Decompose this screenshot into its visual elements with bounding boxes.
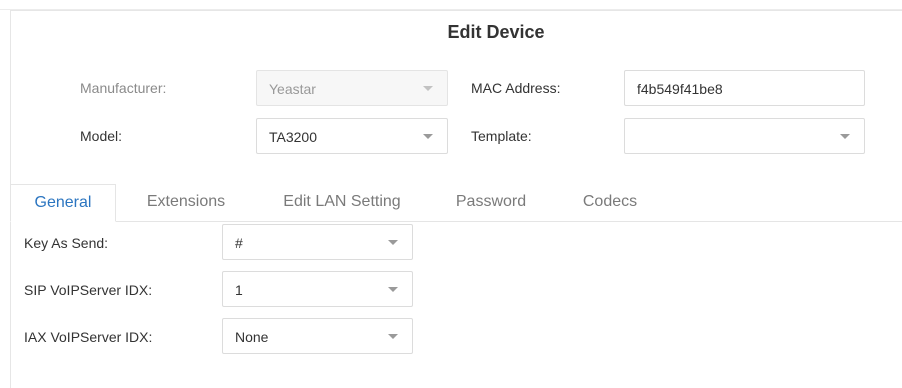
tab-bar: General Extensions Edit LAN Setting Pass…	[10, 184, 902, 222]
tab-edit-lan-setting[interactable]: Edit LAN Setting	[266, 184, 418, 222]
manufacturer-label: Manufacturer:	[80, 80, 167, 96]
manufacturer-value: Yeastar	[269, 81, 316, 97]
template-label: Template:	[471, 128, 532, 144]
model-label: Model:	[80, 128, 123, 144]
sip-voipserver-idx-label: SIP VoIPServer IDX:	[24, 282, 153, 298]
tab-password[interactable]: Password	[444, 184, 538, 222]
chevron-down-icon	[840, 134, 850, 139]
sip-voipserver-idx-value: 1	[235, 282, 243, 298]
chevron-down-icon	[423, 86, 433, 91]
dialog-title: Edit Device	[447, 22, 545, 42]
mac-address-label: MAC Address:	[471, 80, 561, 96]
chevron-down-icon	[388, 334, 398, 339]
chevron-down-icon	[388, 287, 398, 292]
template-select[interactable]	[624, 118, 865, 154]
sip-voipserver-idx-select[interactable]: 1	[222, 271, 413, 307]
tab-codecs[interactable]: Codecs	[568, 184, 652, 222]
chevron-down-icon	[388, 240, 398, 245]
chevron-down-icon	[423, 134, 433, 139]
mac-address-field[interactable]: f4b549f41be8	[624, 70, 865, 106]
model-select[interactable]: TA3200	[256, 118, 448, 154]
key-as-send-select[interactable]: #	[222, 224, 413, 260]
manufacturer-select[interactable]: Yeastar	[256, 70, 448, 106]
tab-general[interactable]: General	[10, 184, 116, 222]
key-as-send-value: #	[235, 235, 243, 251]
key-as-send-label: Key As Send:	[24, 235, 109, 251]
model-value: TA3200	[269, 129, 317, 145]
tab-extensions[interactable]: Extensions	[134, 184, 238, 222]
mac-address-value: f4b549f41be8	[637, 81, 723, 97]
iax-voipserver-idx-select[interactable]: None	[222, 318, 413, 354]
iax-voipserver-idx-value: None	[235, 329, 269, 345]
iax-voipserver-idx-label: IAX VoIPServer IDX:	[24, 329, 153, 345]
